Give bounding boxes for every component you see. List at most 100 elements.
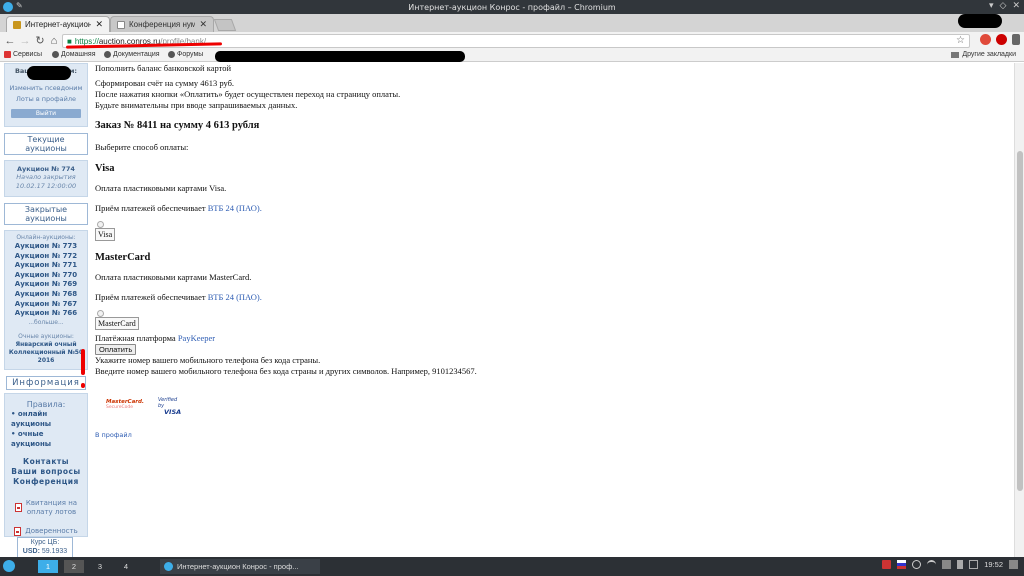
other-bookmarks[interactable]: Другие закладки bbox=[951, 51, 1016, 58]
back-icon[interactable]: ← bbox=[3, 34, 17, 48]
display-icon[interactable] bbox=[969, 560, 979, 569]
desktop-pager-4[interactable]: 4 bbox=[116, 560, 136, 573]
clock[interactable]: 19:52 bbox=[984, 560, 1003, 569]
redaction-mark bbox=[27, 66, 71, 80]
page-scrollbar[interactable] bbox=[1014, 63, 1024, 557]
start-menu-icon[interactable] bbox=[3, 560, 15, 572]
mastercard-image[interactable]: MasterCard bbox=[95, 317, 139, 330]
home-icon[interactable]: ⌂ bbox=[47, 34, 61, 48]
desktop-pager-3[interactable]: 3 bbox=[90, 560, 110, 573]
receipt-line1: Квитанция на bbox=[25, 498, 78, 507]
offline-auction-link[interactable]: 2016 bbox=[7, 357, 85, 365]
visa-image[interactable]: Visa bbox=[95, 228, 116, 241]
page-viewport: Ваш псевдоним: Изменить псевдоним Лоты в… bbox=[0, 63, 1014, 557]
extension-icon[interactable] bbox=[996, 34, 1007, 45]
closed-auctions-box: Онлайн-аукционы: Аукцион № 773 Аукцион №… bbox=[4, 230, 88, 370]
questions-link[interactable]: Ваши вопросы bbox=[7, 467, 85, 477]
task-label: Интернет-аукцион Конрос - проф... bbox=[177, 562, 299, 571]
rules-online-link[interactable]: • онлайн аукционы bbox=[7, 409, 85, 429]
offline-auction-link[interactable]: Коллекционный №50 bbox=[7, 349, 85, 357]
current-auctions-title[interactable]: Текущие аукционы bbox=[4, 133, 88, 155]
bookmark-services[interactable]: Сервисы bbox=[4, 51, 42, 58]
mc-logo-sub: SecureCode bbox=[106, 405, 133, 410]
clipboard-icon[interactable] bbox=[882, 560, 892, 569]
more-link[interactable]: ...больше... bbox=[7, 319, 85, 327]
back-to-profile-link[interactable]: В профайл bbox=[95, 431, 132, 439]
redaction-mark bbox=[958, 14, 1002, 28]
closed-auction-link[interactable]: Аукцион № 766 bbox=[7, 309, 85, 319]
reload-icon[interactable]: ↻ bbox=[33, 34, 47, 48]
new-tab-button[interactable] bbox=[213, 19, 237, 31]
usd-label: USD: bbox=[22, 548, 40, 555]
volume-icon[interactable] bbox=[942, 560, 952, 569]
taskbar-task-chromium[interactable]: Интернет-аукцион Конрос - проф... bbox=[160, 559, 320, 574]
keyboard-layout-icon[interactable] bbox=[897, 560, 907, 569]
pay-button[interactable]: Оплатить bbox=[95, 344, 137, 355]
globe-icon bbox=[168, 51, 175, 58]
offline-label: Очные аукционы: bbox=[18, 332, 74, 340]
tab-close-icon[interactable]: ✕ bbox=[95, 19, 103, 30]
close-icon[interactable]: ✕ bbox=[1012, 0, 1020, 11]
bookmark-docs[interactable]: Документация bbox=[104, 51, 160, 58]
battery-icon[interactable] bbox=[957, 560, 964, 569]
bank-link[interactable]: ВТБ 24 (ПАО). bbox=[208, 292, 262, 302]
receipt-link[interactable]: Квитанция на оплату лотов bbox=[7, 499, 85, 517]
visa-description: Оплата пластиковыми картами Visa. bbox=[95, 183, 227, 193]
bookmark-label: Домашняя bbox=[61, 51, 96, 58]
desktop-pager-2[interactable]: 2 bbox=[64, 560, 84, 573]
conference-link[interactable]: Конференция bbox=[7, 477, 85, 487]
pdf-icon bbox=[14, 503, 22, 513]
maximize-icon[interactable]: ◇ bbox=[1000, 0, 1007, 11]
wifi-icon[interactable] bbox=[927, 560, 937, 569]
tab-close-icon[interactable]: ✕ bbox=[199, 19, 207, 30]
desktop-pager-1[interactable]: 1 bbox=[38, 560, 58, 573]
main-content: Пополнить баланс банковской картой Сформ… bbox=[95, 63, 995, 439]
visa-logo-sub: VISA bbox=[164, 408, 182, 416]
paykeeper-link[interactable]: PayKeeper bbox=[178, 333, 215, 343]
minimize-icon[interactable]: ▾ bbox=[989, 0, 994, 11]
rules-offline-link[interactable]: • очные аукционы bbox=[7, 429, 85, 449]
bookmark-forums[interactable]: Форумы bbox=[168, 51, 203, 58]
info-section: Информация bbox=[4, 375, 88, 390]
tab-label: Интернет-аукцион Ко bbox=[25, 20, 92, 29]
contacts-link[interactable]: Контакты bbox=[7, 457, 85, 467]
apps-icon bbox=[4, 51, 11, 58]
offline-auction-link[interactable]: Январский очный bbox=[7, 341, 85, 349]
phone-hint: Укажите номер вашего мобильного телефона… bbox=[95, 355, 321, 365]
mastercard-radio[interactable] bbox=[97, 310, 104, 317]
current-auction-link[interactable]: Аукцион № 774 bbox=[7, 165, 85, 173]
closed-auction-link[interactable]: Аукцион № 768 bbox=[7, 290, 85, 300]
provider-prefix: Приём платежей обеспечивает bbox=[95, 203, 206, 213]
logout-button[interactable]: Выйти bbox=[11, 109, 81, 118]
bookmark-label: Форумы bbox=[177, 51, 204, 58]
profile-lots-link[interactable]: Лоты в профайле bbox=[7, 94, 85, 105]
attention-note: Будьте внимательны при вводе запрашиваем… bbox=[95, 100, 298, 110]
bank-link[interactable]: ВТБ 24 (ПАО). bbox=[208, 203, 262, 213]
address-bar[interactable]: ■ https://auction.conros.ru/profile/bank… bbox=[62, 34, 970, 48]
visa-title: Visa bbox=[95, 163, 115, 174]
show-desktop-icon[interactable] bbox=[1009, 560, 1018, 569]
bookmark-star-icon[interactable]: ☆ bbox=[956, 35, 965, 46]
pdf-icon bbox=[14, 526, 22, 536]
tab-label: Конференция нумиз bbox=[129, 20, 196, 29]
scrollbar-thumb[interactable] bbox=[1017, 151, 1023, 491]
visa-radio[interactable] bbox=[97, 221, 104, 228]
closed-auction-link[interactable]: Аукцион № 767 bbox=[7, 300, 85, 310]
closed-auction-link[interactable]: Аукцион № 772 bbox=[7, 252, 85, 262]
closed-auction-link[interactable]: Аукцион № 769 bbox=[7, 280, 85, 290]
bookmark-home[interactable]: Домашняя bbox=[52, 51, 95, 58]
forward-icon[interactable]: → bbox=[18, 34, 32, 48]
folder-icon bbox=[951, 51, 960, 58]
lock-icon: ■ bbox=[67, 36, 72, 46]
tab-conference[interactable]: Конференция нумиз ✕ bbox=[110, 16, 214, 32]
tab-auction[interactable]: Интернет-аукцион Ко ✕ bbox=[6, 16, 110, 32]
extension-icon[interactable] bbox=[980, 34, 991, 45]
closed-auction-link[interactable]: Аукцион № 770 bbox=[7, 271, 85, 281]
notifications-icon[interactable] bbox=[912, 560, 922, 569]
poa-link[interactable]: Доверенность bbox=[7, 526, 85, 536]
menu-icon[interactable] bbox=[1012, 34, 1020, 45]
closed-auction-link[interactable]: Аукцион № 771 bbox=[7, 261, 85, 271]
closed-auctions-title[interactable]: Закрытые аукционы bbox=[4, 203, 88, 225]
closed-auction-link[interactable]: Аукцион № 773 bbox=[7, 242, 85, 252]
change-nick-link[interactable]: Изменить псевдоним bbox=[7, 83, 85, 94]
